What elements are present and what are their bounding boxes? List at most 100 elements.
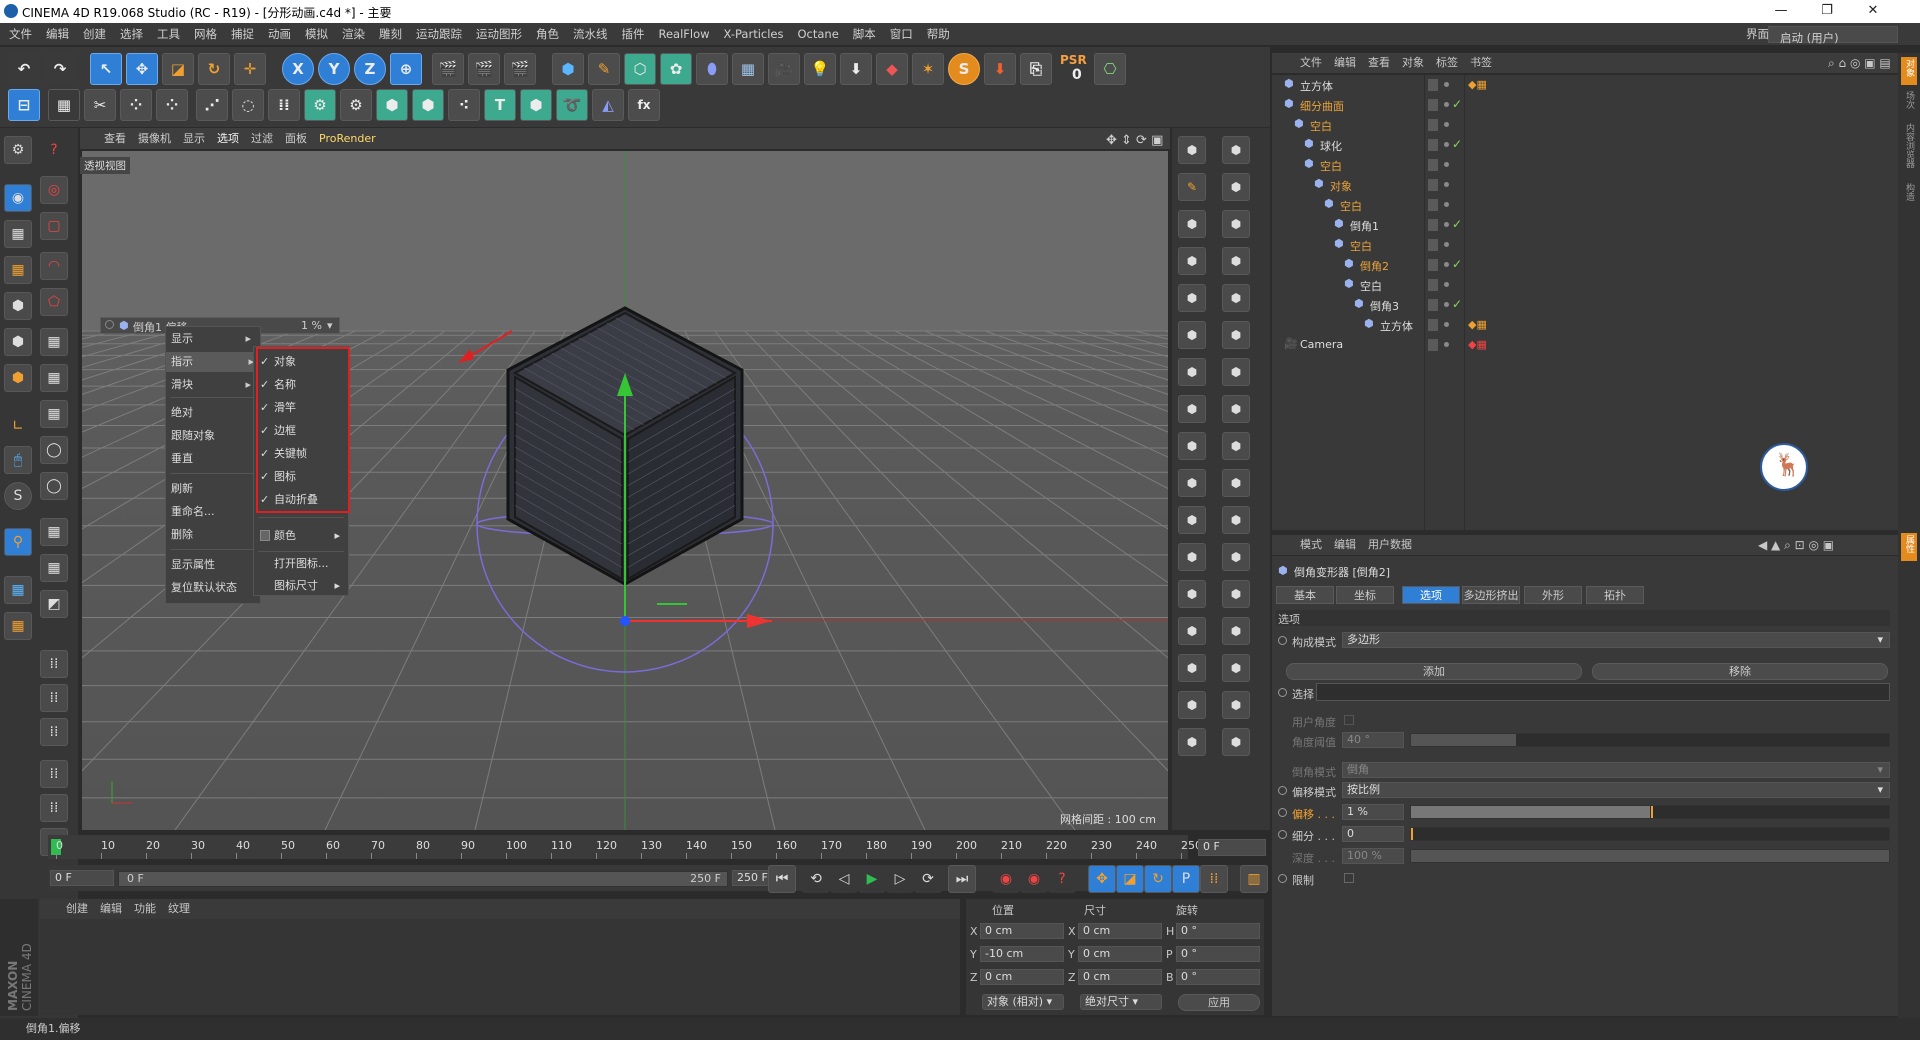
offset-field[interactable]: 1 % [1342, 804, 1404, 820]
array-generator-icon[interactable]: ✿ [660, 53, 692, 85]
tool-icon-m[interactable]: ⁞⁞ [40, 794, 68, 822]
menu-menubar-3[interactable]: 选择 [113, 23, 150, 46]
visibility-toggle[interactable] [1428, 239, 1438, 251]
tab-structure[interactable]: 构造 [1901, 181, 1917, 209]
object-tag-icon[interactable]: ◆▦ [1468, 338, 1496, 351]
render-dot[interactable] [1444, 342, 1449, 347]
menu-menubar-14[interactable]: 流水线 [566, 23, 615, 46]
viewport-tool-icon[interactable]: ⬢ [1222, 210, 1250, 238]
menu-attribute_manager.menu-1[interactable]: 编辑 [1328, 535, 1362, 555]
viewport-tool-icon[interactable]: ⬢ [1178, 395, 1206, 423]
tool-icon-g[interactable]: ▦ [40, 554, 68, 582]
visibility-toggle[interactable] [1428, 179, 1438, 191]
viewport-nav-icons[interactable]: ✥ ⇕ ⟳ ▣ [1100, 130, 1169, 151]
viewport-tool-icon[interactable]: ⬢ [1222, 432, 1250, 460]
viewport-tool-icon[interactable]: ⬢ [1222, 469, 1250, 497]
dots-circle-icon[interactable]: ◌ [232, 89, 264, 121]
scale-tool-icon[interactable]: ◪ [162, 53, 194, 85]
viewport-tool-icon[interactable]: ✎ [1178, 173, 1206, 201]
mograph-voronoi-icon[interactable]: ⬢ [412, 89, 444, 121]
frame-range-slider[interactable]: 0 F 250 F [118, 871, 728, 887]
menu-menubar-17[interactable]: X-Particles [717, 23, 791, 46]
angle-threshold-slider[interactable] [1410, 733, 1890, 747]
x-axis-lock-button[interactable]: X [282, 53, 314, 85]
render-dot[interactable] [1444, 122, 1449, 127]
axis-mode-icon[interactable]: ∟ [4, 412, 32, 440]
render-dot[interactable] [1444, 202, 1449, 207]
record-icon[interactable]: ◉ [992, 865, 1020, 893]
menu-menubar-6[interactable]: 捕捉 [224, 23, 261, 46]
menu-viewport.menu-1[interactable]: 摄像机 [132, 128, 177, 149]
deformer-icon[interactable]: ⬮ [696, 53, 728, 85]
enabled-check-icon[interactable]: ✓ [1452, 137, 1462, 151]
tool-icon-a[interactable]: ▦ [40, 328, 68, 356]
key-param-icon[interactable]: P [1172, 865, 1200, 893]
y-axis-lock-button[interactable]: Y [318, 53, 350, 85]
attribute-nav-icons[interactable]: ◀ ▲ ⌕ ⊡ ◎ ▣ [1752, 535, 1840, 555]
snap-icon[interactable]: ⚲ [4, 528, 32, 556]
size-field[interactable]: 0 cm [1078, 923, 1162, 939]
menu-object_manager.menu-5[interactable]: 书签 [1464, 53, 1498, 73]
make-editable-icon[interactable]: ⚙ [4, 136, 32, 164]
object-row[interactable]: ⬢ 空白 [1272, 155, 1898, 175]
viewport-tool-icon[interactable]: ⬢ [1178, 506, 1206, 534]
menu-attribute_manager.menu-0[interactable]: 模式 [1294, 535, 1328, 555]
spline-wrap-icon[interactable]: ➰ [556, 89, 588, 121]
menu-menubar-1[interactable]: 编辑 [39, 23, 76, 46]
autokey-icon[interactable]: ◉ [1020, 865, 1048, 893]
viewport-tool-icon[interactable]: ⬢ [1178, 284, 1206, 312]
play-icon[interactable]: ▶ [858, 865, 886, 893]
menu-object_manager.menu-1[interactable]: 编辑 [1328, 53, 1362, 73]
object-mode-icon[interactable]: ⬢ [4, 328, 32, 356]
menu-material_manager.menu-1[interactable]: 编辑 [94, 899, 128, 919]
keyframe-selection-icon[interactable]: ? [1048, 865, 1076, 893]
position-field[interactable]: 0 cm [980, 969, 1064, 985]
selection-field[interactable] [1316, 683, 1890, 701]
object-row[interactable]: ⬢ 对象 [1272, 175, 1898, 195]
visibility-toggle[interactable] [1428, 99, 1438, 111]
live-select-icon[interactable]: ⁘ [120, 89, 152, 121]
depth-field[interactable]: 100 % [1342, 848, 1404, 864]
tool-icon-j[interactable]: ⁞⁞ [40, 684, 68, 712]
render-settings-icon[interactable]: 🎬 [504, 53, 536, 85]
object-row[interactable]: ⬢ 空白 [1272, 275, 1898, 295]
menu-item-slider[interactable]: 滑块 ▸ [171, 375, 257, 395]
tool-icon-f[interactable]: ▦ [40, 518, 68, 546]
menu-object_manager.menu-3[interactable]: 对象 [1396, 53, 1430, 73]
menu-menubar-4[interactable]: 工具 [150, 23, 187, 46]
menu-material_manager.menu-0[interactable]: 创建 [60, 899, 94, 919]
psr-display[interactable]: PSR 0 [1058, 53, 1090, 85]
render-dot[interactable] [1444, 222, 1449, 227]
render-dot[interactable] [1444, 142, 1449, 147]
render-dot[interactable] [1444, 82, 1449, 87]
mograph-cloner-icon[interactable]: ⚙ [304, 89, 336, 121]
viewport-tool-icon[interactable]: ⬢ [1222, 358, 1250, 386]
add-button[interactable]: 添加 [1286, 663, 1582, 680]
menu-menubar-0[interactable]: 文件 [2, 23, 39, 46]
apply-button[interactable]: 应用 [1178, 994, 1260, 1011]
menu-item-absolute[interactable]: 绝对 [171, 403, 257, 423]
remove-button[interactable]: 移除 [1592, 663, 1888, 680]
object-row[interactable]: 🎥 Camera [1272, 335, 1898, 355]
menu-viewport.menu-0[interactable]: 查看 [98, 128, 132, 149]
key-position-icon[interactable]: ✥ [1088, 865, 1116, 893]
viewport-tool-icon[interactable]: ⬢ [1178, 247, 1206, 275]
viewport-tool-icon[interactable]: ⬢ [1222, 654, 1250, 682]
visibility-toggle[interactable] [1428, 159, 1438, 171]
subdivision-surface-icon[interactable]: ⬡ [624, 53, 656, 85]
uv-mode-icon[interactable]: ⬢ [4, 292, 32, 320]
render-dot[interactable] [1444, 242, 1449, 247]
rotation-field[interactable]: 0 ° [1176, 969, 1260, 985]
menu-viewport.menu-2[interactable]: 显示 [177, 128, 211, 149]
subdivision-slider[interactable] [1410, 827, 1890, 841]
rotation-field[interactable]: 0 ° [1176, 923, 1260, 939]
floor-scene-icon[interactable]: ▦ [732, 53, 764, 85]
points-mode-icon[interactable]: ◉ [4, 184, 32, 212]
viewport-tool-icon[interactable]: ⬢ [1222, 580, 1250, 608]
last-tool-icon[interactable]: ✛ [234, 53, 266, 85]
mograph-matrix-icon[interactable]: ⬢ [376, 89, 408, 121]
viewport-tool-icon[interactable]: ⬢ [1222, 173, 1250, 201]
menu-object_manager.menu-0[interactable]: 文件 [1294, 53, 1328, 73]
move-tool-icon[interactable]: ✥ [126, 53, 158, 85]
menu-menubar-19[interactable]: 脚本 [846, 23, 883, 46]
